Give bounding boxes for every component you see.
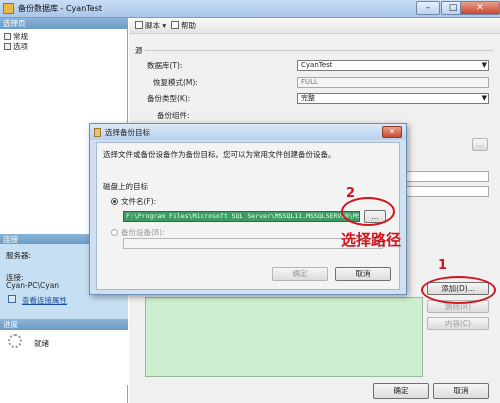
recovery-model-field: FULL: [297, 77, 489, 88]
toolbar: 脚本 ▾ 帮助: [129, 18, 500, 34]
backup-type-label: 备份类型(K):: [147, 94, 191, 103]
dialog-title: 选择备份目标: [105, 128, 150, 137]
script-label: 脚本: [145, 21, 160, 30]
source-section-header: 源: [135, 46, 143, 55]
backup-device-label: 备份设备(B):: [121, 228, 165, 237]
source-divider: [145, 50, 493, 51]
page-item-label: 常规: [13, 32, 28, 41]
dialog-close-button[interactable]: ✕: [382, 126, 402, 138]
backup-type-value: 完整: [301, 94, 315, 102]
dialog-description: 选择文件或备份设备作为备份目标。您可以为常用文件创建备份设备。: [103, 150, 336, 159]
help-button[interactable]: 帮助: [171, 20, 196, 31]
page-item-label: 选项: [13, 42, 28, 51]
properties-icon: [8, 295, 16, 303]
progress-panel: 就绪: [0, 330, 128, 385]
file-path-input[interactable]: F:\Program Files\Microsoft SQL Server\MS…: [123, 211, 360, 222]
page-icon: [4, 33, 11, 40]
step1-highlight-oval: [421, 276, 496, 304]
recovery-model-label: 恢复模式(M):: [153, 78, 198, 87]
contents-button: 内容(C): [427, 317, 489, 330]
page-item-options[interactable]: 选项: [4, 41, 28, 52]
script-icon: [135, 21, 143, 29]
step1-number: 1: [438, 258, 448, 273]
database-label: 数据库(T):: [147, 61, 183, 70]
page-icon: [4, 43, 11, 50]
backup-component-label: 备份组件:: [157, 111, 190, 120]
progress-status: 就绪: [34, 339, 49, 348]
radio-unselected-icon: [111, 229, 118, 236]
cancel-button[interactable]: 取消: [433, 383, 489, 399]
help-icon: [171, 21, 179, 29]
window-title: 备份数据库 - CyanTest: [18, 4, 103, 13]
dialog-ok-button: 确定: [272, 267, 328, 281]
help-label: 帮助: [181, 21, 196, 30]
destination-list[interactable]: [145, 297, 423, 377]
disk-target-label: 磁盘上的目标: [103, 182, 148, 191]
step2-caption: 选择路径: [341, 231, 402, 249]
file-name-radio[interactable]: 文件名(F):: [111, 196, 156, 207]
backup-type-combo[interactable]: 完整 ▼: [297, 93, 489, 104]
connection-value: Cyan-PC\Cyan: [6, 281, 60, 290]
database-value: CyanTest: [301, 61, 333, 69]
database-icon: [3, 3, 14, 14]
dialog-cancel-button[interactable]: 取消: [335, 267, 391, 281]
minimize-button[interactable]: –: [416, 1, 440, 15]
file-name-label: 文件名(F):: [121, 197, 157, 206]
window-titlebar: 备份数据库 - CyanTest – □ ✕: [0, 0, 500, 18]
progress-spinner-icon: [8, 334, 22, 348]
progress-header: 进度: [0, 319, 128, 330]
component-browse-button: ...: [472, 138, 488, 151]
chevron-down-icon: ▼: [481, 61, 487, 69]
ok-button[interactable]: 确定: [373, 383, 429, 399]
view-connection-properties-link[interactable]: 查看连接属性: [22, 295, 67, 306]
script-button[interactable]: 脚本 ▾: [135, 20, 166, 31]
select-page-header: 选择页: [0, 18, 128, 29]
backup-device-radio[interactable]: 备份设备(B):: [111, 227, 165, 238]
radio-selected-icon: [111, 198, 118, 205]
step2-highlight-oval: [341, 197, 395, 226]
database-combo[interactable]: CyanTest ▼: [297, 60, 489, 71]
close-button[interactable]: ✕: [460, 1, 500, 15]
step2-number: 2: [346, 186, 356, 201]
dialog-titlebar: 选择备份目标: [90, 124, 406, 140]
database-icon: [94, 128, 101, 137]
chevron-down-icon: ▼: [481, 94, 487, 102]
server-label: 服务器:: [6, 251, 32, 260]
